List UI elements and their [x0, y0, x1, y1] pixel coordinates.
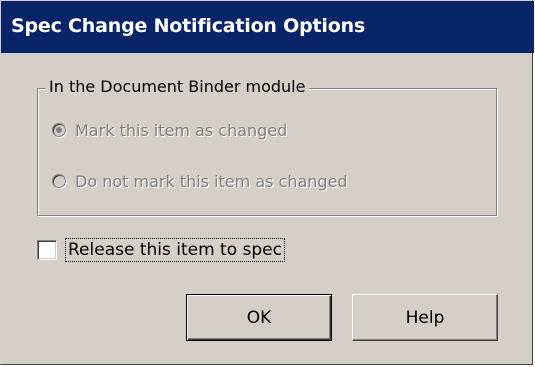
dialog-window: Spec Change Notification Options In the … [0, 0, 534, 365]
help-button[interactable]: Help [352, 294, 498, 341]
radio-do-not-mark-changed-label: Do not mark this item as changed [75, 171, 348, 191]
release-to-spec-checkbox-row[interactable]: Release this item to spec [37, 237, 285, 263]
radio-button-checked-icon[interactable] [52, 123, 66, 137]
radio-mark-changed[interactable]: Mark this item as changed [52, 119, 287, 141]
radio-mark-changed-label: Mark this item as changed [75, 120, 288, 140]
radio-button-unchecked-icon[interactable] [52, 174, 66, 188]
title-bar[interactable]: Spec Change Notification Options [1, 1, 534, 53]
radio-do-not-mark-changed[interactable]: Do not mark this item as changed [52, 170, 348, 192]
groupbox-legend: In the Document Binder module [45, 77, 310, 96]
release-to-spec-label[interactable]: Release this item to spec [65, 238, 285, 262]
ok-button[interactable]: OK [186, 294, 332, 341]
release-to-spec-checkbox[interactable] [37, 240, 57, 260]
window-title: Spec Change Notification Options [11, 15, 366, 37]
document-binder-groupbox [37, 88, 497, 216]
